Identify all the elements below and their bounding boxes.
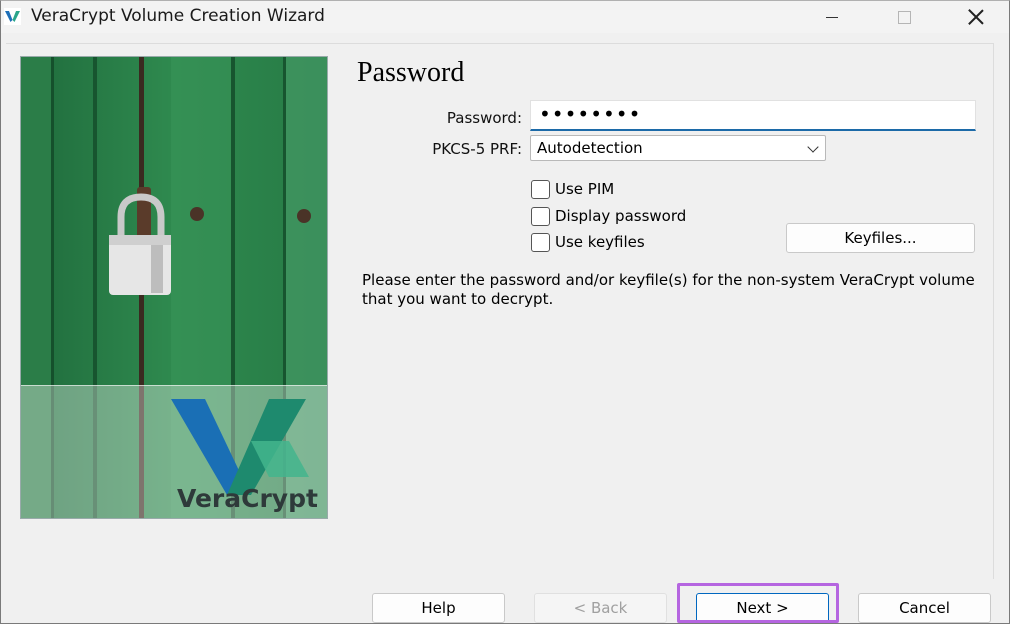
prf-dropdown[interactable]: Autodetection	[530, 135, 826, 161]
veracrypt-logo-text: VeraCrypt	[177, 484, 318, 513]
use-keyfiles-checkbox[interactable]: Use keyfiles	[531, 231, 645, 253]
padlock-door-illustration: VeraCrypt	[21, 57, 327, 518]
checkbox-box[interactable]	[531, 206, 550, 226]
maximize-icon	[897, 10, 911, 24]
minimize-icon	[826, 16, 838, 18]
wizard-window: VeraCrypt Volume Creation Wizard VeraCry…	[0, 0, 1010, 624]
close-icon	[968, 9, 984, 25]
prf-selected-value: Autodetection	[537, 139, 643, 157]
minimize-button[interactable]	[809, 1, 855, 33]
next-button-highlight	[677, 583, 839, 623]
wizard-side-image: VeraCrypt	[20, 56, 328, 519]
close-button[interactable]	[953, 1, 999, 33]
password-field[interactable]: ••••••••	[530, 100, 976, 131]
title-bar[interactable]: VeraCrypt Volume Creation Wizard	[1, 1, 1009, 33]
cancel-button[interactable]: Cancel	[858, 593, 991, 623]
help-button[interactable]: Help	[372, 593, 505, 623]
checkbox-box[interactable]	[531, 179, 550, 199]
maximize-button[interactable]	[881, 1, 927, 33]
veracrypt-app-icon	[4, 8, 21, 25]
info-text: Please enter the password and/or keyfile…	[362, 271, 975, 308]
password-label: Password:	[446, 109, 522, 127]
window-title: VeraCrypt Volume Creation Wizard	[31, 6, 325, 26]
checkbox-box[interactable]	[531, 232, 550, 252]
display-password-checkbox[interactable]: Display password	[531, 205, 686, 227]
back-button[interactable]: < Back	[534, 593, 667, 623]
keyfiles-button[interactable]: Keyfiles...	[786, 223, 975, 253]
use-pim-checkbox[interactable]: Use PIM	[531, 178, 614, 200]
checkbox-label: Use PIM	[555, 180, 615, 198]
chevron-down-icon	[807, 141, 819, 153]
checkbox-label: Display password	[555, 207, 687, 225]
checkbox-label: Use keyfiles	[555, 233, 645, 251]
prf-label: PKCS-5 PRF:	[432, 140, 522, 158]
page-title: Password	[357, 57, 465, 88]
